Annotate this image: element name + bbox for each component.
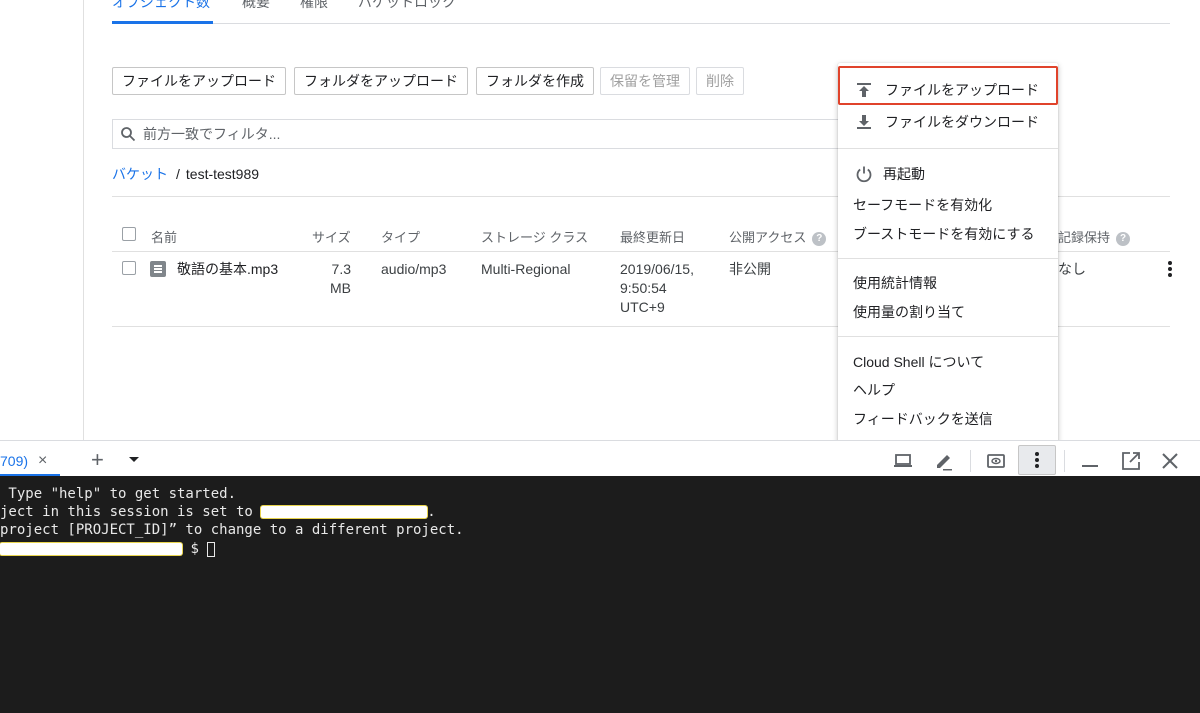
- filter-input[interactable]: [143, 124, 823, 144]
- file-storage-class: Multi-Regional: [481, 261, 571, 277]
- row-checkbox[interactable]: [122, 261, 136, 275]
- terminal-line: Type "help" to get started.: [0, 486, 237, 502]
- menu-separator: [838, 148, 1058, 149]
- shell-session-tab[interactable]: 709): [0, 453, 28, 469]
- header-storage-class[interactable]: ストレージ クラス: [481, 227, 588, 246]
- select-all-checkbox[interactable]: [122, 227, 136, 241]
- breadcrumb-separator: /: [176, 166, 180, 182]
- menu-boost-mode[interactable]: ブーストモードを有効にする: [838, 220, 1058, 248]
- redacted-prompt: [0, 543, 182, 555]
- toolbar-divider: [1064, 450, 1065, 472]
- header-public-access-label: 公開アクセス: [729, 230, 807, 245]
- breadcrumb-buckets-link[interactable]: バケット: [112, 166, 168, 182]
- menu-about-cloud-shell[interactable]: Cloud Shell について: [838, 348, 1058, 376]
- delete-button[interactable]: 削除: [696, 67, 744, 95]
- close-tab-icon[interactable]: ×: [38, 452, 47, 470]
- more-vert-icon: [1035, 452, 1039, 468]
- power-icon: [855, 165, 873, 183]
- row-more-icon[interactable]: [1164, 260, 1176, 278]
- terminal-text: .: [427, 504, 436, 520]
- tab-dropdown-icon[interactable]: [129, 457, 139, 462]
- menu-send-feedback[interactable]: フィードバックを送信: [838, 405, 1058, 433]
- terminal[interactable]: Type "help" to get started. ject in this…: [0, 476, 1200, 713]
- tab-objects[interactable]: オブジェクト数: [112, 0, 210, 12]
- file-name-link[interactable]: 敬語の基本.mp3: [177, 260, 278, 279]
- file-size-value: 7.3: [331, 261, 351, 277]
- menu-restart[interactable]: 再起動: [838, 160, 1058, 188]
- file-type: audio/mp3: [381, 261, 447, 277]
- tab-permissions[interactable]: 権限: [300, 0, 328, 12]
- help-icon[interactable]: ?: [812, 231, 827, 246]
- toolbar-divider: [970, 450, 971, 472]
- header-last-modified[interactable]: 最終更新日: [620, 227, 685, 246]
- bucket-tabs: オブジェクト数 概要 権限 バケットロック: [112, 0, 1170, 24]
- menu-separator: [838, 336, 1058, 337]
- redacted-project-id: [261, 506, 428, 518]
- upload-folder-button[interactable]: フォルダをアップロード: [294, 67, 468, 95]
- minimize-icon[interactable]: [1079, 450, 1101, 472]
- modified-date: 2019/06/15,: [620, 261, 694, 277]
- laptop-icon[interactable]: [892, 450, 914, 472]
- header-type[interactable]: タイプ: [381, 227, 420, 246]
- terminal-text: ject in this session is set to: [0, 504, 262, 520]
- header-size[interactable]: サイズ: [312, 227, 351, 246]
- left-panel-strip: [0, 0, 84, 440]
- tab-overview[interactable]: 概要: [242, 0, 270, 12]
- header-name[interactable]: 名前: [151, 227, 177, 246]
- menu-download-file[interactable]: ファイルをダウンロード: [838, 108, 1058, 136]
- file-public-access: 非公開: [729, 261, 771, 277]
- search-icon: [121, 127, 136, 142]
- download-icon: [855, 113, 873, 131]
- help-icon[interactable]: ?: [1116, 231, 1131, 246]
- filter-box: [112, 119, 852, 149]
- open-new-window-icon[interactable]: [1120, 450, 1142, 472]
- more-button[interactable]: [1018, 445, 1056, 475]
- header-retention-label: 記録保持: [1058, 230, 1111, 245]
- breadcrumb-bucket-name: test-test989: [185, 166, 260, 182]
- file-icon: [150, 261, 166, 277]
- highlight-annotation: [838, 66, 1058, 105]
- active-tab-indicator: [112, 21, 213, 24]
- modified-timezone: UTC+9: [620, 299, 665, 315]
- menu-safe-mode[interactable]: セーフモードを有効化: [838, 191, 1058, 219]
- terminal-line: project [PROJECT_ID]” to change to a dif…: [0, 522, 464, 538]
- file-size: 7.3 MB: [330, 260, 351, 298]
- create-folder-button[interactable]: フォルダを作成: [476, 67, 594, 95]
- more-options-menu: ファイルをアップロード ファイルをダウンロード 再起動 セーフモードを有効化 ブ…: [838, 63, 1058, 445]
- close-icon[interactable]: [1159, 450, 1181, 472]
- menu-download-file-label: ファイルをダウンロード: [885, 114, 1039, 130]
- edit-icon[interactable]: [933, 450, 955, 472]
- prompt-symbol: $: [190, 541, 208, 557]
- terminal-line: ject in this session is set to .: [0, 503, 436, 521]
- menu-usage-quota[interactable]: 使用量の割り当て: [838, 298, 1058, 326]
- terminal-cursor: [207, 541, 216, 557]
- breadcrumb: バケット / test-test989: [112, 164, 259, 184]
- header-retention[interactable]: 記録保持?: [1058, 227, 1131, 246]
- terminal-prompt: $: [0, 540, 216, 558]
- file-retention: なし: [1058, 261, 1086, 277]
- file-size-unit: MB: [330, 280, 351, 296]
- modified-time: 9:50:54: [620, 280, 667, 296]
- menu-help[interactable]: ヘルプ: [838, 376, 1058, 404]
- menu-separator: [838, 258, 1058, 259]
- manage-holds-button[interactable]: 保留を管理: [600, 67, 690, 95]
- file-last-modified: 2019/06/15, 9:50:54 UTC+9: [620, 260, 694, 317]
- header-public-access[interactable]: 公開アクセス?: [729, 227, 827, 246]
- menu-restart-label: 再起動: [883, 166, 925, 182]
- menu-usage-stats[interactable]: 使用統計情報: [838, 269, 1058, 297]
- new-tab-icon[interactable]: +: [91, 447, 104, 473]
- upload-files-button[interactable]: ファイルをアップロード: [112, 67, 286, 95]
- cloud-shell-toolbar: 709) × +: [0, 440, 1200, 477]
- web-preview-icon[interactable]: [985, 450, 1007, 472]
- tab-bucket-lock[interactable]: バケットロック: [358, 0, 456, 12]
